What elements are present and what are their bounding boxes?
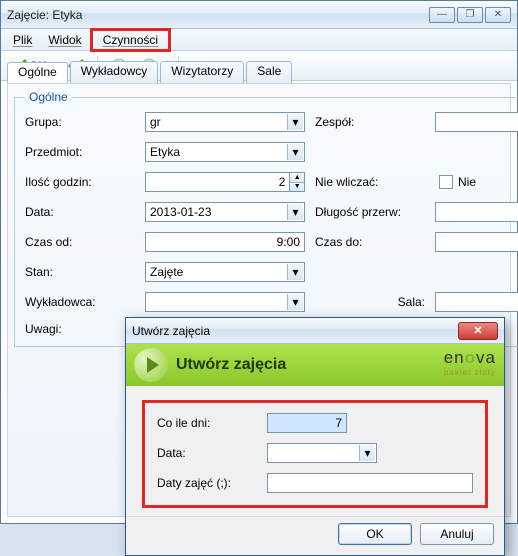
dialog-banner-text: Utwórz zajęcia [176,356,286,374]
dialog-banner: Utwórz zajęcia enova pakiet złoty [126,344,504,386]
label-data: Data: [25,205,135,219]
select-wykladowca[interactable]: ▾ [145,292,305,312]
select-zespol[interactable]: ▾ [435,112,518,132]
label-daty: Daty zajęć (;): [157,476,267,490]
select-sala[interactable]: ▾ [435,292,518,312]
value-data: 2013-01-23 [150,205,211,219]
dialog-close-button[interactable]: ✕ [458,322,498,340]
tab-sale[interactable]: Sale [246,61,292,83]
tab-strip: Ogólne Wykładowcy Wizytatorzy Sale [7,61,511,83]
close-button[interactable]: ✕ [485,7,511,23]
dialog-body: Co ile dni: 7 Data: ▾ Daty zajęć (;): [126,386,504,516]
label-stan: Stan: [25,265,135,279]
menu-bar: Plik Widok Czynności [1,29,517,51]
select-stan[interactable]: Zajęte ▾ [145,262,305,282]
input-czasod[interactable]: 9:00 [145,232,305,252]
dialog-title: Utwórz zajęcia [132,324,458,338]
value-przedmiot: Etyka [150,145,180,159]
label-dlg-data: Data: [157,446,267,460]
caret-down-icon: ▾ [287,144,303,160]
caret-down-icon: ▾ [287,294,303,310]
label-grupa: Grupa: [25,115,135,129]
select-przedmiot[interactable]: Etyka ▾ [145,142,305,162]
window-title: Zajęcie: Etyka [7,8,429,22]
window-buttons: — ❐ ✕ [429,7,511,23]
caret-down-icon: ▾ [287,204,303,220]
legend-ogolne: Ogólne [25,90,72,104]
checkbox-niewliczac[interactable]: Nie [435,172,518,192]
chevron-up-icon[interactable]: ▲ [290,173,304,183]
minimize-button[interactable]: — [429,7,455,23]
value-czasod: 9:00 [277,235,300,249]
label-wykladowca: Wykładowca: [25,295,135,309]
spinner-ilosc[interactable]: 2 ▲▼ [145,172,305,192]
spinner-buttons[interactable]: ▲▼ [290,172,305,192]
input-coile[interactable]: 7 [267,413,347,433]
input-czasdo[interactable]: 10:30 [435,232,518,252]
brand-sub: pakiet złoty [444,368,496,377]
dialog-buttons: OK Anuluj [126,516,504,555]
highlight-dialog-fields: Co ile dni: 7 Data: ▾ Daty zajęć (;): [142,400,488,508]
maximize-button[interactable]: ❐ [457,7,483,23]
select-grupa[interactable]: gr ▾ [145,112,305,132]
label-czasdo: Czas do: [315,235,425,249]
brand-logo: enova pakiet złoty [444,348,496,377]
text-niewliczac: Nie [458,175,476,189]
value-ilosc[interactable]: 2 [145,172,290,192]
tab-wykladowcy[interactable]: Wykładowcy [70,61,159,83]
tab-ogolne[interactable]: Ogólne [7,62,68,84]
dialog-title-bar: Utwórz zajęcia ✕ [126,318,504,344]
label-przedmiot: Przedmiot: [25,145,135,159]
select-dlg-data[interactable]: ▾ [267,443,377,463]
title-bar: Zajęcie: Etyka — ❐ ✕ [1,1,517,29]
label-sala: Sala: [315,295,425,309]
label-czasod: Czas od: [25,235,135,249]
dialog-utworz-zajecia: Utwórz zajęcia ✕ Utwórz zajęcia enova pa… [125,317,505,556]
input-daty[interactable] [267,473,473,493]
select-data[interactable]: 2013-01-23 ▾ [145,202,305,222]
caret-down-icon: ▾ [287,264,303,280]
dialog-ok-button[interactable]: OK [338,523,412,545]
input-dlugosc[interactable]: 0 [435,202,518,222]
label-uwagi: Uwagi: [25,322,135,336]
label-niewliczac: Nie wliczać: [315,175,425,189]
label-dlugosc: Długość przerw: [315,205,425,219]
main-window: Zajęcie: Etyka — ❐ ✕ Plik Widok Czynnośc… [0,0,518,524]
value-coile: 7 [335,416,342,430]
chevron-down-icon[interactable]: ▼ [290,183,304,192]
label-coile: Co ile dni: [157,416,267,430]
label-zespol: Zespół: [315,115,425,129]
fieldset-ogolne: Ogólne Grupa: gr ▾ Zespół: ▾ Przedmiot: … [14,90,518,347]
checkbox-icon[interactable] [439,175,453,189]
value-grupa: gr [150,115,161,129]
menu-widok[interactable]: Widok [40,31,89,49]
highlight-czynnosci: Czynności [90,28,171,52]
menu-czynnosci[interactable]: Czynności [93,31,168,49]
caret-down-icon: ▾ [359,445,375,461]
value-stan: Zajęte [150,265,183,279]
tab-wizytatorzy[interactable]: Wizytatorzy [160,61,244,83]
play-icon [134,348,168,382]
caret-down-icon: ▾ [287,114,303,130]
dialog-cancel-button[interactable]: Anuluj [420,523,494,545]
menu-plik[interactable]: Plik [5,31,40,49]
label-ilosc: Ilość godzin: [25,175,135,189]
